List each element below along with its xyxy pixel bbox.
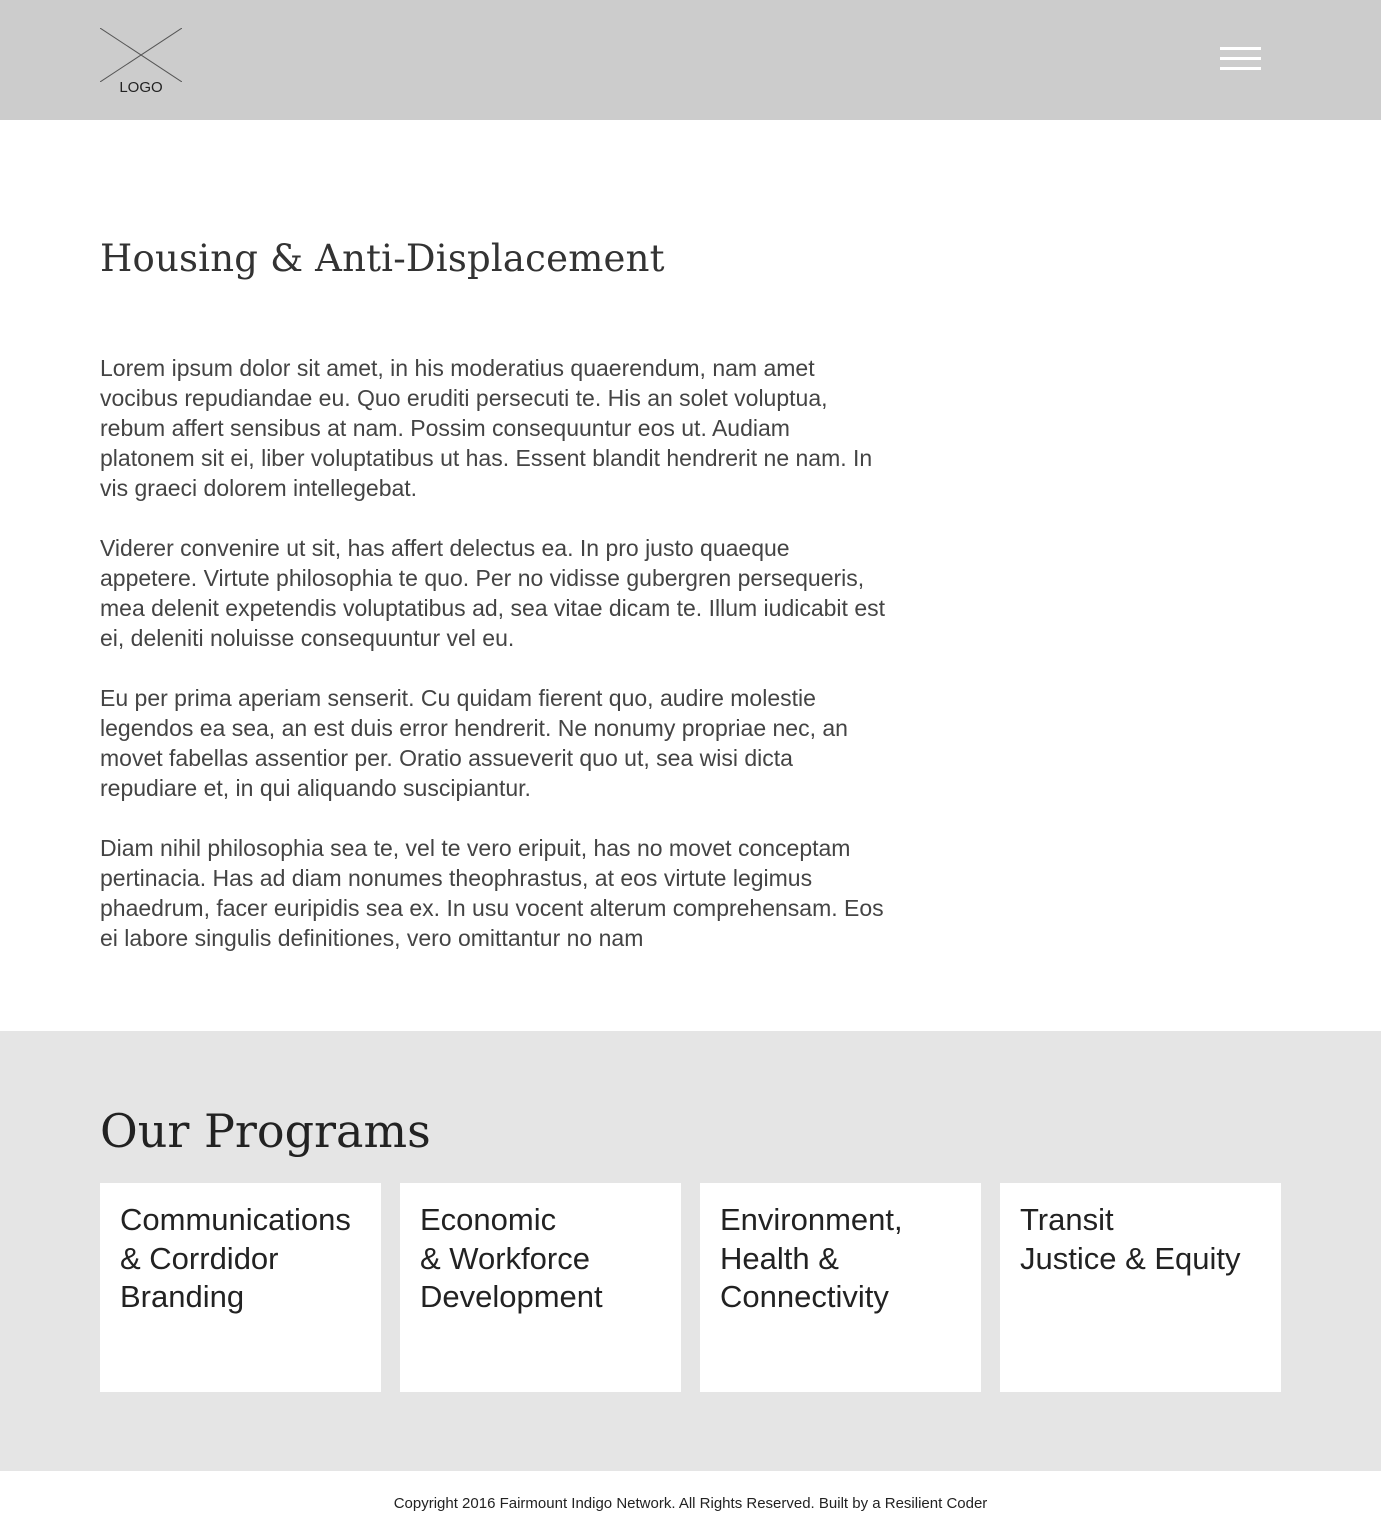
card-title-line: Transit bbox=[1020, 1202, 1114, 1237]
site-footer: Copyright 2016 Fairmount Indigo Network.… bbox=[0, 1471, 1381, 1540]
card-title-line: & Corrdidor bbox=[120, 1240, 279, 1276]
menu-bar bbox=[1220, 67, 1261, 70]
paragraph: Eu per prima aperiam senserit. Cu quidam… bbox=[100, 685, 848, 801]
hamburger-menu-icon[interactable] bbox=[1220, 47, 1262, 73]
card-title-line: Branding bbox=[120, 1279, 245, 1314]
program-card-environment[interactable]: Environment, Health & Connectivity bbox=[700, 1183, 981, 1392]
card-title-line: Environment, bbox=[720, 1202, 903, 1237]
site-header: LOGO bbox=[0, 0, 1381, 120]
programs-title: Our Programs bbox=[100, 1104, 431, 1158]
card-title-line: Economic bbox=[420, 1202, 557, 1237]
page-title: Housing & Anti-Displacement bbox=[100, 237, 665, 280]
logo-placeholder-icon bbox=[100, 28, 182, 82]
body-text: Lorem ipsum dolor sit amet, in his moder… bbox=[100, 353, 890, 983]
logo-label: LOGO bbox=[119, 79, 163, 96]
program-cards: Communications & Corrdidor Branding Econ… bbox=[100, 1183, 1281, 1392]
paragraph: Lorem ipsum dolor sit amet, in his moder… bbox=[100, 355, 873, 501]
card-title-line: Communications bbox=[120, 1202, 351, 1237]
program-card-transit[interactable]: Transit Justice & Equity bbox=[1000, 1183, 1281, 1392]
paragraph: Viderer convenire ut sit, has affert del… bbox=[100, 535, 885, 651]
program-card-economic[interactable]: Economic & Workforce Development bbox=[400, 1183, 681, 1392]
card-title-line: Development bbox=[420, 1279, 603, 1314]
logo[interactable]: LOGO bbox=[100, 28, 182, 98]
menu-bar bbox=[1220, 47, 1261, 50]
card-title-line: Connectivity bbox=[720, 1279, 889, 1314]
card-title-line: & Workforce bbox=[420, 1240, 590, 1276]
program-card-communications[interactable]: Communications & Corrdidor Branding bbox=[100, 1183, 381, 1392]
card-title-line: Health & bbox=[720, 1240, 839, 1276]
copyright-text: Copyright 2016 Fairmount Indigo Network.… bbox=[393, 1495, 988, 1512]
paragraph: Diam nihil philosophia sea te, vel te ve… bbox=[100, 835, 884, 951]
card-title-line: Justice & Equity bbox=[1020, 1240, 1241, 1276]
main-content: Housing & Anti-Displacement Lorem ipsum … bbox=[100, 236, 890, 951]
menu-bar bbox=[1220, 57, 1261, 60]
programs-section: Our Programs Communications & Corrdidor … bbox=[0, 1031, 1381, 1471]
